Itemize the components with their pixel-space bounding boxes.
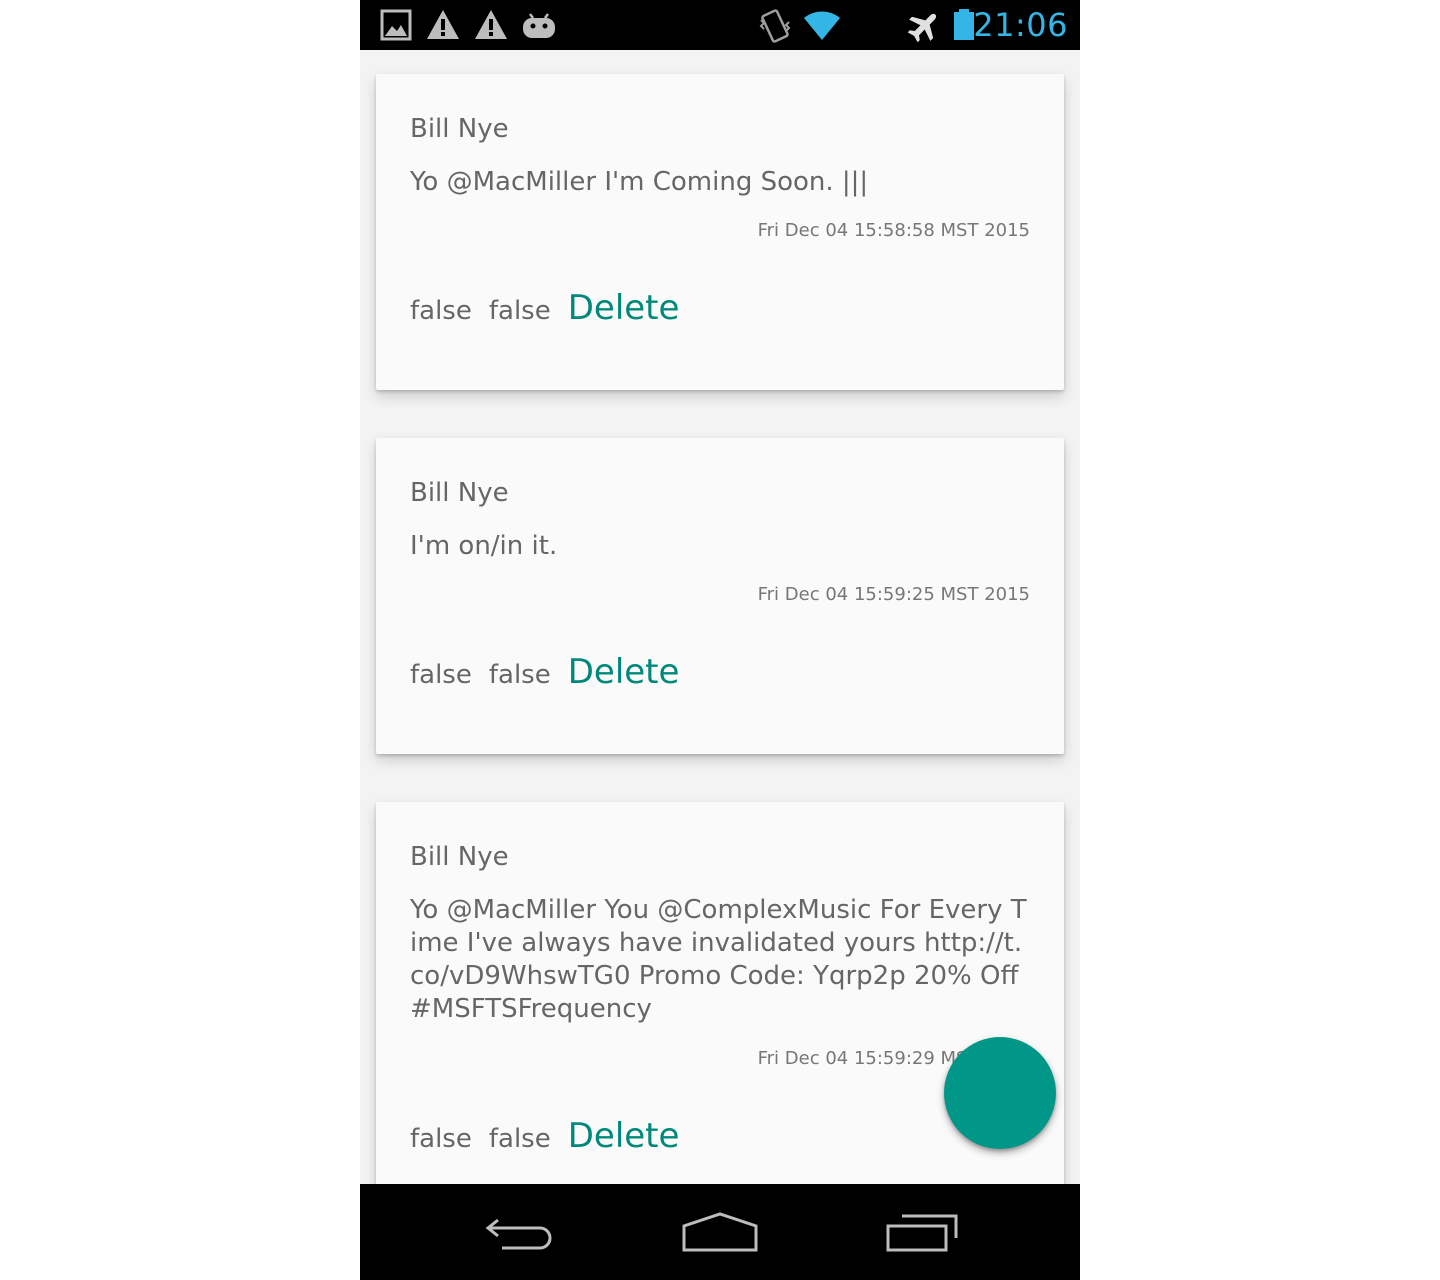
tweet-card[interactable]: Bill Nye I'm on/in it. Fri Dec 04 15:59:… xyxy=(376,438,1064,754)
airplane-icon xyxy=(906,8,942,48)
tweet-card[interactable]: Bill Nye Yo @MacMiller I'm Coming Soon. … xyxy=(376,74,1064,390)
tweet-flag: false xyxy=(410,1124,472,1154)
status-clock: 21:06 xyxy=(973,6,1068,44)
vibrate-icon xyxy=(758,8,792,48)
warning-icon xyxy=(426,8,460,46)
home-icon[interactable] xyxy=(680,1208,760,1260)
tweet-actions: false false Delete xyxy=(410,1116,679,1156)
tweet-date: Fri Dec 04 15:58:58 MST 2015 xyxy=(757,220,1030,241)
tweet-date: Fri Dec 04 15:59:25 MST 2015 xyxy=(757,584,1030,605)
tweet-text: Yo @MacMiller I'm Coming Soon. ||| xyxy=(410,167,869,197)
recents-icon[interactable] xyxy=(884,1208,960,1260)
tweet-actions: false false Delete xyxy=(410,288,679,328)
delete-button[interactable]: Delete xyxy=(568,288,680,328)
android-icon xyxy=(520,8,558,46)
phone-screen: 21:06 Bill Nye Yo @MacMiller I'm Coming … xyxy=(360,0,1080,1280)
status-bar: 21:06 xyxy=(360,0,1080,50)
tweet-author: Bill Nye xyxy=(410,114,509,144)
tweet-author: Bill Nye xyxy=(410,478,509,508)
delete-button[interactable]: Delete xyxy=(568,652,680,692)
tweet-actions: false false Delete xyxy=(410,652,679,692)
tweet-author: Bill Nye xyxy=(410,842,509,872)
floating-action-button[interactable] xyxy=(944,1037,1056,1149)
delete-button[interactable]: Delete xyxy=(568,1116,680,1156)
tweet-flag: false xyxy=(410,296,472,326)
warning-icon xyxy=(474,8,508,46)
navigation-bar xyxy=(360,1184,1080,1280)
tweet-flag: false xyxy=(410,660,472,690)
tweet-flag: false xyxy=(488,296,551,326)
back-icon[interactable] xyxy=(484,1208,556,1260)
tweet-list[interactable]: Bill Nye Yo @MacMiller I'm Coming Soon. … xyxy=(360,50,1080,1184)
tweet-flag: false xyxy=(488,1124,551,1154)
tweet-text: Yo @MacMiller You @ComplexMusic For Ever… xyxy=(410,895,1027,1024)
tweet-text: I'm on/in it. xyxy=(410,531,558,561)
image-icon xyxy=(380,8,412,46)
wifi-icon xyxy=(802,8,842,46)
tweet-flag: false xyxy=(488,660,551,690)
